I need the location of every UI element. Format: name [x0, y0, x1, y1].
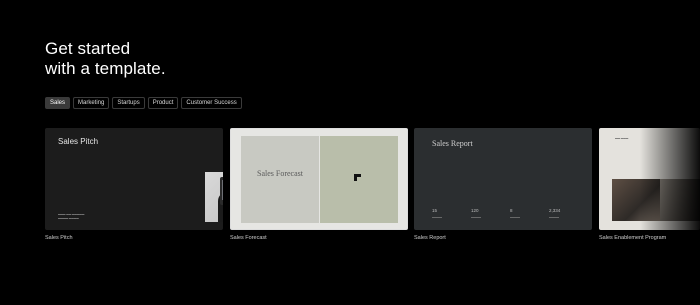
filter-product[interactable]: Product: [147, 97, 179, 109]
filter-marketing[interactable]: Marketing: [73, 97, 110, 109]
filter-sales[interactable]: Sales: [45, 97, 71, 109]
heading-line-1: Get started: [45, 39, 131, 58]
page-heading: Get started with a template.: [45, 39, 166, 79]
filter-customer-success[interactable]: Customer Success: [181, 97, 242, 109]
template-card-sales-forecast[interactable]: Sales Forecast: [230, 128, 408, 230]
card-title: Sales Forecast: [257, 169, 303, 178]
stat-3: 8 ▬▬▬▬: [510, 208, 520, 219]
caption-sales-report[interactable]: Sales Report: [414, 235, 446, 241]
template-card-sales-pitch[interactable]: Sales Pitch ▬▬▬ ▬▬ ▬▬▬▬▬ ▬▬▬▬ ▬▬▬▬: [45, 128, 223, 230]
filter-startups[interactable]: Startups: [112, 97, 145, 109]
scroll-fade: [640, 128, 700, 230]
card-tag: ▬▬ ▬▬▬: [615, 137, 629, 140]
card-title: Sales Pitch: [58, 137, 99, 146]
template-card-sales-report[interactable]: Sales Report 15 ▬▬▬▬ 120 ▬▬▬▬ 8 ▬▬▬▬ 2,334 ▬…: [414, 128, 592, 230]
card-title: Sales Report: [432, 139, 473, 148]
forecast-left-panel: Sales Forecast: [241, 136, 319, 223]
stat-1: 15 ▬▬▬▬: [432, 208, 442, 219]
phone-photo: [205, 172, 223, 222]
forecast-right-panel: [320, 136, 398, 223]
caption-sales-forecast[interactable]: Sales Forecast: [230, 235, 267, 241]
caption-sales-pitch[interactable]: Sales Pitch: [45, 235, 73, 241]
phone-icon: [220, 177, 223, 205]
category-filters: Sales Marketing Startups Product Custome…: [45, 97, 242, 109]
heading-line-2: with a template.: [45, 59, 166, 78]
caption-sales-enablement[interactable]: Sales Enablement Program: [599, 235, 666, 241]
stat-2: 120 ▬▬▬▬: [471, 208, 481, 219]
stat-4: 2,334 ▬▬▬▬: [549, 208, 561, 219]
card-fine-print: ▬▬▬ ▬▬ ▬▬▬▬▬ ▬▬▬▬ ▬▬▬▬: [58, 213, 85, 220]
